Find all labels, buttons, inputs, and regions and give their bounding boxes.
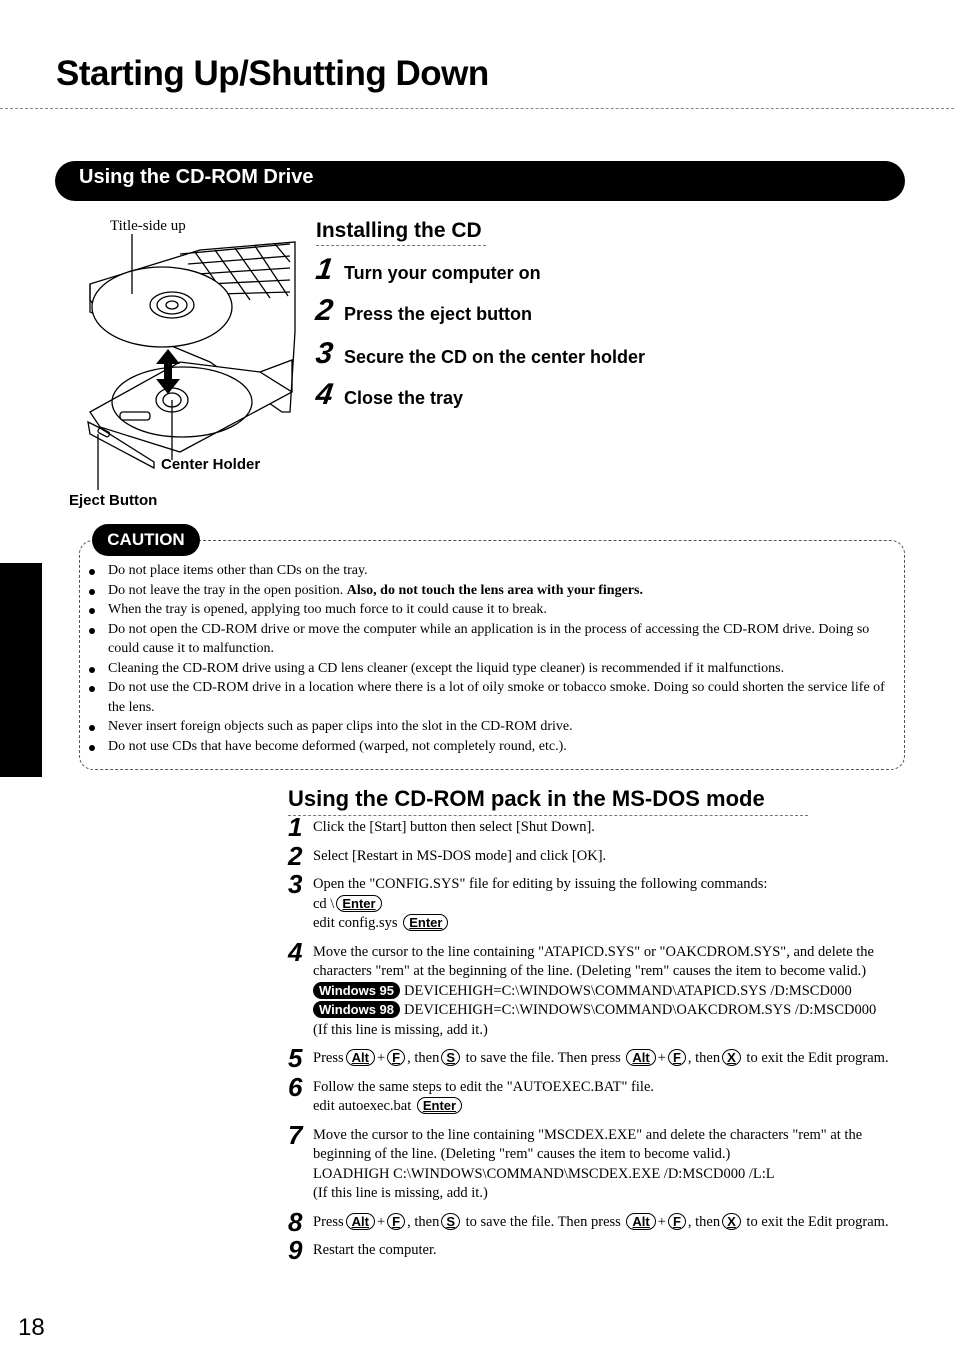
step-text: Press the eject button bbox=[344, 304, 533, 324]
section-title: Using the CD-ROM Drive bbox=[79, 166, 314, 188]
msdos-step: 1 Click the [Start] button then select [… bbox=[288, 812, 595, 842]
step-number: 5 bbox=[288, 1043, 303, 1073]
caution-item: Never insert foreign objects such as pap… bbox=[86, 717, 896, 737]
install-step: 1 Turn your computer on bbox=[313, 253, 645, 287]
cd-drive-illustration: Title-side up Center Holder Eject Button bbox=[60, 212, 300, 512]
page-title: Starting Up/Shutting Down bbox=[56, 54, 489, 93]
s-key: S bbox=[441, 1049, 460, 1066]
label-eject-button: Eject Button bbox=[69, 492, 157, 509]
msdos-step: 6 Follow the same steps to edit the "AUT… bbox=[288, 1071, 655, 1114]
f-key: F bbox=[667, 1212, 686, 1230]
step-number: 3 bbox=[313, 337, 336, 370]
x-key: X bbox=[722, 1049, 741, 1066]
windows-95-badge: Windows 95 bbox=[313, 981, 401, 999]
caution-list: Do not place items other than CDs on the… bbox=[86, 561, 896, 756]
msdos-heading-rule bbox=[288, 815, 808, 816]
step-number: 8 bbox=[288, 1206, 303, 1237]
msdos-step: 7 Move the cursor to the line containing… bbox=[288, 1119, 863, 1202]
label-center-holder: Center Holder bbox=[161, 456, 260, 473]
enter-key: Enter bbox=[416, 1097, 463, 1114]
caution-item: Do not open the CD-ROM drive or move the… bbox=[86, 620, 896, 659]
alt-key: Alt bbox=[345, 1049, 375, 1066]
step-number: 7 bbox=[288, 1119, 303, 1150]
caution-item: Do not use the CD-ROM drive in a locatio… bbox=[86, 678, 896, 717]
step-number: 3 bbox=[288, 869, 303, 899]
step-number: 6 bbox=[288, 1071, 303, 1102]
step-number: 1 bbox=[313, 253, 336, 286]
enter-key: Enter bbox=[336, 894, 382, 912]
step-number: 4 bbox=[288, 936, 303, 967]
caution-item: Cleaning the CD-ROM drive using a CD len… bbox=[86, 659, 896, 679]
windows-98-badge: Windows 98 bbox=[313, 1001, 401, 1018]
x-key: X bbox=[722, 1212, 741, 1230]
s-key: S bbox=[441, 1212, 460, 1230]
page-number: 18 bbox=[18, 1314, 45, 1341]
caution-item: Do not leave the tray in the open positi… bbox=[86, 581, 896, 601]
alt-key: Alt bbox=[626, 1212, 656, 1230]
step-text: Turn your computer on bbox=[344, 263, 541, 283]
installing-section: Installing the CD 1 Turn your computer o… bbox=[313, 219, 646, 412]
msdos-step: 8 Press Alt + F, then S to save the file. Th… bbox=[288, 1206, 889, 1237]
f-key: F bbox=[387, 1212, 406, 1230]
chapter-tab-marker bbox=[0, 563, 42, 777]
installing-heading: Installing the CD bbox=[316, 219, 486, 246]
f-key: F bbox=[667, 1049, 686, 1066]
caution-item: Do not use CDs that have become deformed… bbox=[86, 737, 896, 757]
step-number: 9 bbox=[288, 1235, 303, 1265]
caution-badge: CAUTION bbox=[92, 524, 200, 556]
msdos-step: 3 Open the "CONFIG.SYS" file for editing… bbox=[288, 869, 768, 931]
step-number: 4 bbox=[313, 378, 336, 411]
enter-key: Enter bbox=[403, 914, 449, 931]
msdos-step: 5 Press Alt + F, then S to save the file. Th… bbox=[288, 1043, 889, 1073]
msdos-heading: Using the CD-ROM pack in the MS-DOS mode bbox=[288, 786, 765, 811]
cd-tray-drawing: Title-side up Center Holder Eject Button bbox=[69, 218, 296, 509]
step-number: 2 bbox=[313, 294, 336, 327]
label-title-side-up: Title-side up bbox=[110, 218, 186, 234]
step-number: 2 bbox=[288, 840, 303, 871]
msdos-step: 4 Move the cursor to the line containing… bbox=[288, 936, 877, 1038]
step-number: 1 bbox=[288, 812, 303, 842]
alt-key: Alt bbox=[626, 1049, 656, 1066]
caution-item: Do not place items other than CDs on the… bbox=[86, 561, 896, 581]
install-step: 3 Secure the CD on the center holder bbox=[313, 337, 646, 371]
install-step: 2 Press the eject button bbox=[313, 294, 645, 328]
msdos-step: 9 Restart the computer. bbox=[288, 1235, 437, 1265]
f-key: F bbox=[387, 1049, 406, 1066]
install-step: 4 Close the tray bbox=[313, 378, 645, 412]
msdos-steps: 1 Click the [Start] button then select [… bbox=[288, 812, 908, 1270]
step-text: Secure the CD on the center holder bbox=[344, 347, 646, 367]
caution-item: When the tray is opened, applying too mu… bbox=[86, 600, 896, 620]
step-text: Close the tray bbox=[344, 388, 464, 408]
section-header: Using the CD-ROM Drive bbox=[55, 161, 905, 201]
msdos-step: 2 Select [Restart in MS-DOS mode] and cl… bbox=[288, 840, 607, 871]
alt-key: Alt bbox=[345, 1212, 375, 1230]
title-divider bbox=[0, 108, 954, 109]
